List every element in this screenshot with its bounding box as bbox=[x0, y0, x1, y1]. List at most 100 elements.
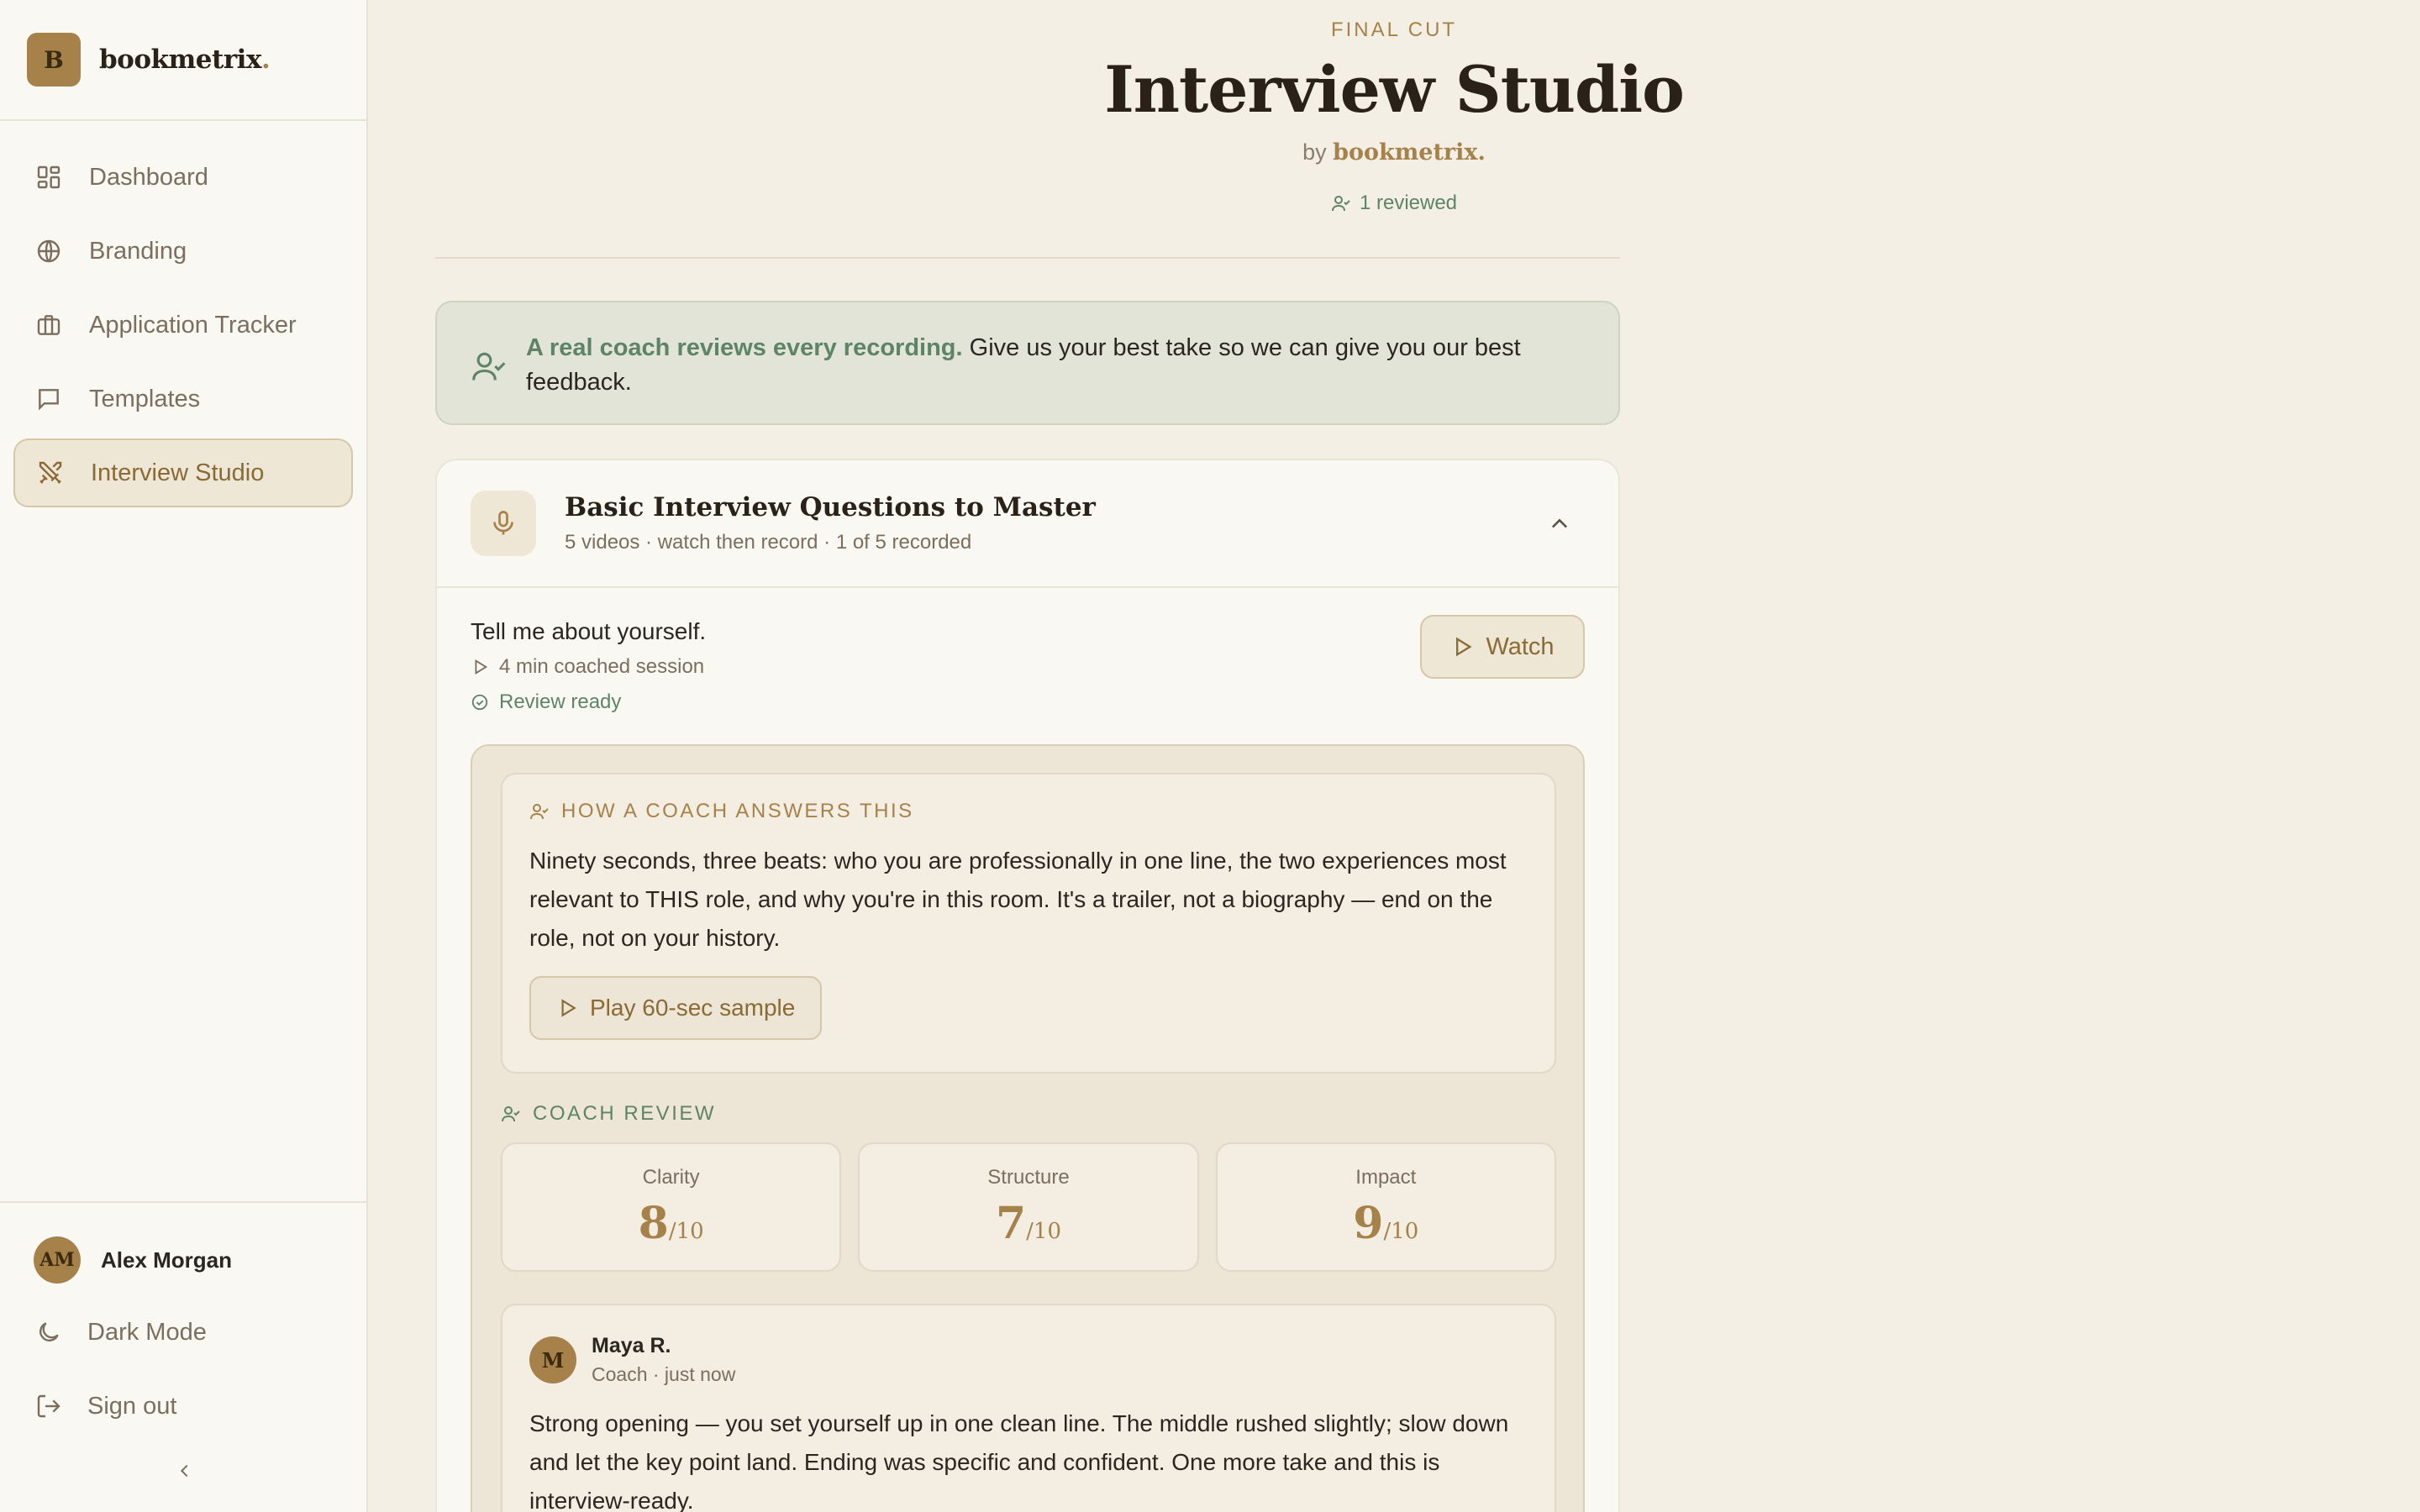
question-status: Review ready bbox=[471, 690, 1585, 714]
collapse-module-button[interactable] bbox=[1544, 509, 1575, 539]
dark-mode-label: Dark Mode bbox=[87, 1318, 207, 1346]
score-max: /10 bbox=[668, 1219, 704, 1244]
sidebar-item-templates[interactable]: Templates bbox=[13, 365, 353, 433]
score-name: Structure bbox=[987, 1166, 1070, 1189]
score-max: /10 bbox=[1383, 1219, 1419, 1244]
score-card-clarity: Clarity 8/10 bbox=[501, 1142, 842, 1272]
sidebar-item-label: Templates bbox=[89, 385, 201, 412]
coach-answer-label-text: HOW A COACH ANSWERS THIS bbox=[561, 800, 914, 822]
sidebar-nav: Dashboard Branding Application Tracker T… bbox=[0, 121, 366, 507]
reviewed-count-text: 1 reviewed bbox=[1359, 192, 1458, 214]
score-card-structure: Structure 7/10 bbox=[858, 1142, 1199, 1272]
user-check-icon bbox=[529, 801, 550, 822]
brand-logo: B bbox=[27, 33, 81, 87]
question-row: Tell me about yourself. 4 min coached se… bbox=[437, 588, 1618, 746]
play-icon bbox=[471, 658, 489, 676]
score-name: Clarity bbox=[642, 1166, 700, 1189]
sidebar-item-dashboard[interactable]: Dashboard bbox=[13, 143, 353, 212]
question-meta-text: 4 min coached session bbox=[499, 655, 705, 678]
coach-comment: M Maya R. Coach · just now Strong openin… bbox=[501, 1304, 1556, 1512]
message-square-icon bbox=[34, 384, 64, 414]
reviewed-count: 1 reviewed bbox=[368, 192, 2420, 215]
coach-banner: A real coach reviews every recording. Gi… bbox=[435, 301, 1620, 425]
user-name: Alex Morgan bbox=[101, 1247, 233, 1273]
sidebar-item-label: Dashboard bbox=[89, 163, 208, 191]
module-icon-box bbox=[471, 491, 536, 556]
module-header[interactable]: Basic Interview Questions to Master 5 vi… bbox=[437, 460, 1618, 588]
coach-answer-label: HOW A COACH ANSWERS THIS bbox=[529, 800, 1528, 823]
banner-strong: A real coach reviews every recording. bbox=[526, 334, 963, 361]
sign-out-label: Sign out bbox=[87, 1392, 177, 1420]
score-number: 9 bbox=[1353, 1198, 1384, 1249]
play-sample-button[interactable]: Play 60-sec sample bbox=[529, 976, 823, 1040]
question-text: Tell me about yourself. bbox=[471, 618, 707, 644]
chevron-left-icon bbox=[176, 1462, 194, 1480]
score-value: 7/10 bbox=[860, 1198, 1197, 1249]
check-circle-icon bbox=[471, 693, 489, 711]
score-value: 9/10 bbox=[1218, 1198, 1555, 1249]
globe-icon bbox=[34, 236, 64, 266]
log-out-icon bbox=[34, 1391, 64, 1421]
coach-avatar: M bbox=[529, 1336, 576, 1383]
byline-brand: bookmetrix. bbox=[1333, 139, 1486, 165]
score-cards: Clarity 8/10 Structure 7/10 Impact 9/10 bbox=[501, 1142, 1556, 1272]
byline: by bookmetrix. bbox=[368, 139, 2420, 165]
moon-icon bbox=[34, 1317, 64, 1347]
comment-header: M Maya R. Coach · just now bbox=[529, 1334, 1528, 1386]
header-divider bbox=[435, 257, 1620, 259]
sidebar: B bookmetrix. Dashboard Branding Applica… bbox=[0, 0, 368, 1512]
sidebar-item-interview-studio[interactable]: Interview Studio bbox=[13, 438, 353, 507]
play-icon bbox=[1450, 635, 1474, 659]
sidebar-item-label: Interview Studio bbox=[91, 459, 265, 486]
microphone-icon bbox=[488, 508, 518, 538]
user-check-icon bbox=[1331, 193, 1351, 213]
chevron-up-icon bbox=[1548, 512, 1571, 536]
sidebar-item-label: Application Tracker bbox=[89, 311, 297, 339]
score-max: /10 bbox=[1026, 1219, 1061, 1244]
sidebar-item-label: Branding bbox=[89, 237, 187, 265]
watch-button[interactable]: Watch bbox=[1420, 615, 1585, 679]
brand-name-text: bookmetrix bbox=[99, 45, 261, 75]
sign-out-button[interactable]: Sign out bbox=[0, 1369, 366, 1443]
byline-by: by bbox=[1302, 139, 1327, 165]
coach-review-label-text: COACH REVIEW bbox=[533, 1102, 717, 1125]
dark-mode-toggle[interactable]: Dark Mode bbox=[0, 1295, 366, 1369]
module-title-wrap: Basic Interview Questions to Master 5 vi… bbox=[565, 492, 1096, 554]
sidebar-item-branding[interactable]: Branding bbox=[13, 217, 353, 286]
module-title: Basic Interview Questions to Master bbox=[565, 492, 1096, 522]
watch-button-label: Watch bbox=[1486, 633, 1555, 660]
brand-name: bookmetrix. bbox=[99, 45, 271, 75]
dashboard-grid-icon bbox=[34, 162, 64, 192]
score-number: 8 bbox=[638, 1198, 669, 1249]
question-meta: 4 min coached session bbox=[471, 655, 1585, 679]
comment-text: Strong opening — you set yourself up in … bbox=[529, 1410, 1509, 1512]
coach-answer-text: Ninety seconds, three beats: who you are… bbox=[529, 848, 1507, 951]
score-number: 7 bbox=[995, 1198, 1027, 1249]
banner-text: A real coach reviews every recording. Gi… bbox=[526, 331, 1585, 423]
sidebar-item-application-tracker[interactable]: Application Tracker bbox=[13, 291, 353, 360]
coach-role-time: Coach · just now bbox=[592, 1363, 736, 1385]
page-title: Interview Studio bbox=[1104, 52, 1685, 127]
page-eyebrow: FINAL CUT bbox=[1330, 18, 1458, 41]
collapse-sidebar-button[interactable] bbox=[172, 1458, 197, 1483]
brand[interactable]: B bookmetrix. bbox=[0, 0, 366, 121]
play-sample-label: Play 60-sec sample bbox=[590, 995, 796, 1021]
play-icon bbox=[556, 997, 578, 1019]
user-check-icon bbox=[471, 348, 508, 385]
user-check-icon bbox=[501, 1104, 521, 1124]
sidebar-footer: AM Alex Morgan Dark Mode Sign out bbox=[0, 1201, 366, 1512]
score-value: 8/10 bbox=[502, 1198, 839, 1249]
question-status-text: Review ready bbox=[499, 690, 622, 713]
score-name: Impact bbox=[1355, 1166, 1417, 1189]
brand-dot: . bbox=[260, 45, 271, 75]
coach-answer-box: HOW A COACH ANSWERS THIS Ninety seconds,… bbox=[501, 773, 1556, 1074]
comment-meta: Maya R. Coach · just now bbox=[592, 1334, 735, 1386]
user-profile[interactable]: AM Alex Morgan bbox=[0, 1203, 366, 1295]
coach-review-label: COACH REVIEW bbox=[501, 1102, 716, 1126]
score-card-impact: Impact 9/10 bbox=[1215, 1142, 1556, 1272]
module-card: Basic Interview Questions to Master 5 vi… bbox=[435, 459, 1620, 1512]
module-subtitle: 5 videos · watch then record · 1 of 5 re… bbox=[565, 531, 972, 554]
coach-name: Maya R. bbox=[592, 1334, 671, 1357]
avatar: AM bbox=[34, 1236, 81, 1284]
swords-icon bbox=[35, 458, 66, 488]
